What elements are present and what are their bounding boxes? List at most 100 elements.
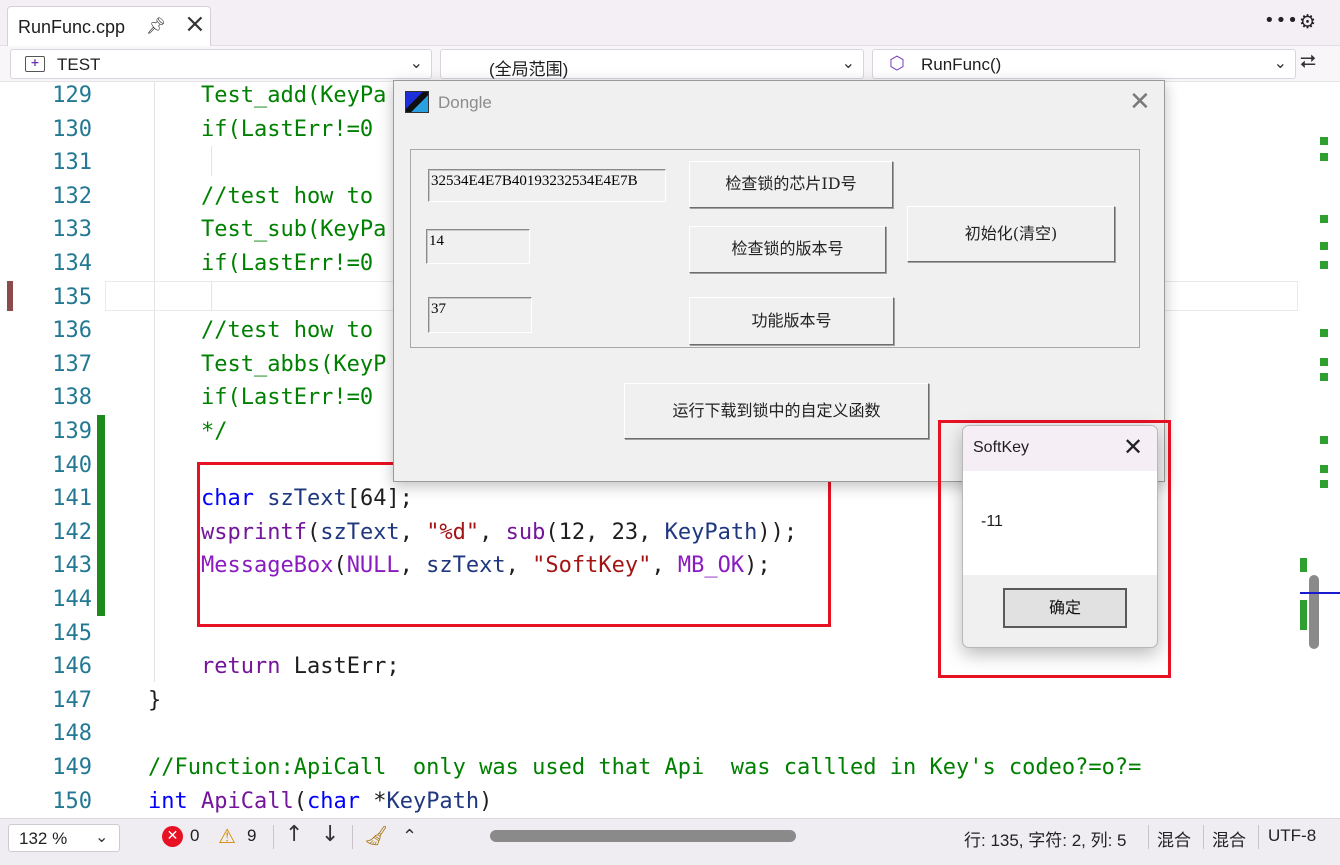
check-chip-id-button[interactable]: 检查锁的芯片ID号 [689, 161, 893, 208]
change-marker [1320, 261, 1328, 269]
separator [1258, 825, 1259, 849]
change-marker [1320, 215, 1328, 223]
softkey-message-box: SoftKey ✕ -11 确定 [962, 425, 1158, 648]
more-options-icon[interactable]: ••• [1264, 10, 1299, 31]
line-number: 139 [52, 419, 92, 444]
code-line[interactable]: 148 [0, 721, 1300, 755]
change-marker [1320, 373, 1328, 381]
line-number: 135 [52, 284, 92, 310]
line-text: if(LastErr!=0 [148, 117, 373, 143]
scope-label: (全局范围) [489, 60, 569, 79]
separator [352, 825, 353, 849]
separator [1148, 825, 1149, 849]
document-tab[interactable]: RunFunc.cpp 📌︎ × [7, 6, 211, 46]
code-line[interactable]: 150 int ApiCall(char *KeyPath) [0, 789, 1300, 818]
line-endings[interactable]: 混合 [1212, 826, 1246, 851]
code-token: //test how to [148, 183, 374, 209]
error-count[interactable]: 0 [190, 826, 199, 846]
close-icon[interactable]: ✕ [1123, 433, 1143, 461]
code-line[interactable]: 147} [0, 688, 1300, 722]
caret-position-marker [1300, 592, 1340, 594]
code-token: ( [293, 788, 307, 814]
code-token: ) [479, 788, 493, 814]
code-token: char [306, 788, 360, 814]
encoding[interactable]: UTF-8 [1268, 826, 1316, 846]
overview-ruler[interactable] [1300, 82, 1340, 818]
arrow-up-icon[interactable]: ↑ [285, 822, 303, 847]
separator [273, 825, 274, 849]
zoom-dropdown[interactable]: 132 % ⌄ [8, 824, 120, 852]
version-field[interactable]: 14 [426, 229, 530, 264]
code-token: int [148, 788, 188, 814]
code-token: if(LastErr!=0 [148, 385, 374, 411]
line-number: 145 [52, 620, 92, 646]
chevron-down-icon: ⌄ [95, 827, 109, 846]
scope-dropdown[interactable]: (全局范围) ⌄ [440, 49, 864, 79]
init-clear-button[interactable]: 初始化(清空) [907, 206, 1115, 262]
line-number: 136 [52, 318, 92, 344]
error-icon[interactable]: ✕ [162, 826, 183, 847]
project-dropdown[interactable]: + TEST ⌄ [10, 49, 432, 79]
tab-title: RunFunc.cpp [18, 17, 126, 37]
vertical-scroll-thumb[interactable] [1309, 575, 1319, 649]
line-text: return LastErr; [148, 654, 400, 680]
line-text: int ApiCall(char *KeyPath) [148, 789, 492, 815]
chevron-down-icon: ⌄ [841, 53, 855, 72]
run-custom-function-button[interactable]: 运行下载到锁中的自定义函数 [624, 383, 929, 439]
line-number: 143 [52, 553, 92, 579]
arrow-down-icon[interactable]: ↓ [321, 822, 339, 847]
code-token: Test_abbs(KeyP [148, 351, 387, 377]
line-number: 142 [52, 519, 92, 545]
line-text: //test how to [148, 318, 373, 344]
line-text: if(LastErr!=0 [148, 251, 373, 277]
ok-button[interactable]: 确定 [1003, 588, 1127, 628]
line-text: Test_abbs(KeyP [148, 352, 386, 378]
line-text: */ [148, 419, 228, 445]
change-marker [1300, 558, 1307, 572]
code-cleanup-icon[interactable]: 🧹︎ [364, 824, 388, 847]
code-token: ApiCall [201, 788, 294, 814]
cursor-position[interactable]: 行: 135, 字符: 2, 列: 5 [964, 826, 1127, 851]
dialog-title: Dongle [438, 93, 492, 112]
code-token: Test_sub(KeyPa [148, 217, 387, 243]
warning-icon[interactable]: ⚠ [218, 824, 236, 848]
code-token: //Function:ApiCall only was used that Ap… [148, 755, 1142, 780]
pin-icon[interactable]: 📌︎ [146, 16, 166, 35]
code-token: Test_add(KeyPa [148, 83, 387, 108]
code-line[interactable]: 149 //Function:ApiCall only was used that… [0, 755, 1300, 789]
cube-icon: ⬡ [889, 53, 905, 74]
func-version-field[interactable]: 37 [428, 297, 532, 333]
change-marker [1320, 358, 1328, 366]
function-label: RunFunc() [921, 55, 1002, 74]
line-number: 138 [52, 385, 92, 411]
gear-icon[interactable]: ⚙ [1299, 11, 1316, 33]
split-editor-icon[interactable]: ⮂ [1300, 49, 1316, 73]
code-token: LastErr; [280, 654, 400, 680]
code-token: KeyPath [386, 788, 480, 814]
line-number: 144 [52, 587, 92, 612]
msgbox-body: -11 [963, 471, 1157, 575]
check-version-button[interactable]: 检查锁的版本号 [689, 226, 886, 273]
close-icon[interactable]: × [184, 11, 206, 37]
warning-count[interactable]: 9 [247, 826, 256, 846]
line-number: 129 [52, 83, 92, 108]
chevron-up-icon[interactable]: ⌃ [402, 826, 417, 847]
whitespace-mode[interactable]: 混合 [1157, 826, 1191, 851]
change-marker [1320, 480, 1328, 488]
function-dropdown[interactable]: ⬡ RunFunc() ⌄ [872, 49, 1296, 79]
chip-id-field[interactable]: 32534E4E7B40193232534E4E7B [428, 169, 666, 202]
line-text: Test_sub(KeyPa [148, 217, 386, 243]
change-marker [1320, 137, 1328, 145]
document-tab-bar: RunFunc.cpp 📌︎ × ••• ⚙ [0, 0, 1340, 46]
close-icon[interactable]: ✕ [1129, 87, 1151, 117]
msgbox-titlebar: SoftKey ✕ [963, 426, 1157, 471]
change-marker [1320, 242, 1328, 250]
app-icon [405, 91, 429, 113]
horizontal-scroll-thumb[interactable] [490, 830, 796, 842]
separator [1203, 825, 1204, 849]
func-version-button[interactable]: 功能版本号 [689, 297, 894, 345]
